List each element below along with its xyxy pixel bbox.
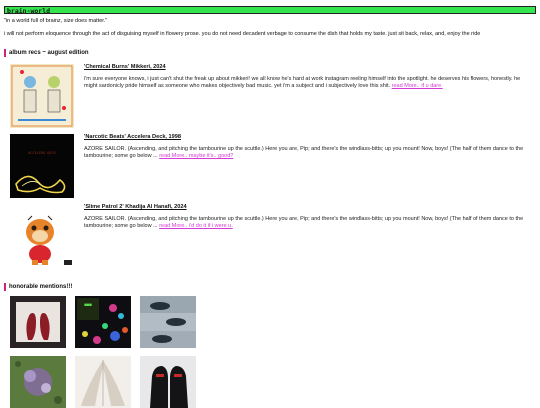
album-review: AZORE SAILOR. (Ascending, and pitching t… xyxy=(84,146,524,159)
intro-text: i will not perform eloquence through the… xyxy=(4,31,481,37)
mention-cover-6[interactable] xyxy=(140,356,196,408)
mention-cover-3[interactable] xyxy=(140,296,196,348)
album-review: i'm sure everyone knows, i just can't sh… xyxy=(84,76,521,89)
tagline: "in a world full of brainz, size does ma… xyxy=(4,18,108,24)
album-cover-slime-patrol-2[interactable] xyxy=(10,204,74,268)
read-more-link[interactable]: read More.. i'd do it if i were u. xyxy=(159,223,233,229)
album-recs-heading: album recs ~ august edition xyxy=(4,49,89,57)
album-cover-chemical-burns[interactable] xyxy=(10,64,74,128)
album-cover-narcotic-beats[interactable]: ACCELERA DECK xyxy=(10,134,74,198)
mention-cover-4[interactable] xyxy=(10,356,66,408)
honorable-mentions-heading: honorable mentions!!! xyxy=(4,283,72,291)
album-title[interactable]: 'Slime Patrol 2' Khadija Al Hanafi, 2024 xyxy=(84,204,524,210)
mention-cover-5[interactable] xyxy=(75,356,131,408)
mention-cover-1[interactable] xyxy=(10,296,66,348)
svg-text:■■■: ■■■ xyxy=(84,302,92,307)
site-title: brain-world xyxy=(7,7,51,15)
mention-cover-2[interactable]: ■■■ xyxy=(75,296,131,348)
read-more-link[interactable]: read More.. maybe it's.. good? xyxy=(159,153,233,159)
site-title-bar: brain-world xyxy=(4,6,536,15)
read-more-link[interactable]: read More.. if u dare. xyxy=(392,83,443,89)
album-title[interactable]: 'Narcotic Beats' Accelera Deck, 1998 xyxy=(84,134,524,140)
svg-text:ACCELERA DECK: ACCELERA DECK xyxy=(28,151,56,155)
album-review: AZORE SAILOR. (Ascending, and pitching t… xyxy=(84,216,524,229)
album-title[interactable]: 'Chemical Burns' Mikkeri, 2024 xyxy=(84,64,524,70)
